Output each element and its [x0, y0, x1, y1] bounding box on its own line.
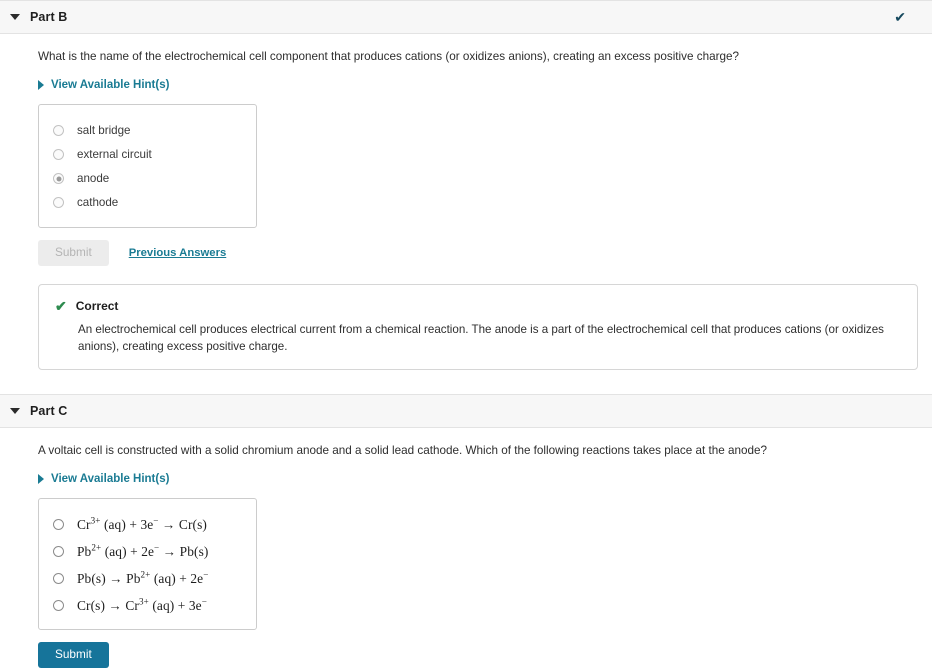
part-c-title: Part C — [30, 404, 68, 419]
part-c-options-group: Cr3+ (aq) + 3e− → Cr(s) Pb2+ (aq) + 2e− … — [38, 498, 257, 631]
part-b-options-group: salt bridge external circuit anode catho… — [38, 103, 257, 228]
part-c-option-label-1: Pb2+ (aq) + 2e− → Pb(s) — [77, 542, 209, 559]
check-icon: ✔ — [55, 297, 67, 314]
part-c-option-1[interactable]: Pb2+ (aq) + 2e− → Pb(s) — [39, 538, 256, 565]
radio-icon[interactable] — [53, 546, 64, 558]
part-c-option-2[interactable]: Pb(s) → Pb2+ (aq) + 2e− — [39, 565, 256, 592]
part-b-option-label-1: external circuit — [77, 148, 152, 162]
part-b-option-1[interactable]: external circuit — [39, 143, 256, 167]
part-b-feedback-text: An electrochemical cell produces electri… — [78, 322, 884, 353]
triangle-right-icon — [38, 79, 44, 90]
part-b-option-2[interactable]: anode — [39, 167, 256, 191]
part-c-submit-button[interactable]: Submit — [38, 642, 109, 668]
part-b-hint-label: View Available Hint(s) — [51, 78, 170, 91]
part-b-header[interactable]: Part B ✔ — [0, 0, 932, 34]
part-b-option-label-0: salt bridge — [77, 124, 131, 138]
part-b-title: Part B — [30, 10, 68, 24]
part-c-body: A voltaic cell is constructed with a sol… — [0, 428, 932, 668]
triangle-right-icon — [38, 474, 44, 485]
part-b-previous-answers-link[interactable]: Previous Answers — [129, 247, 227, 259]
part-b-body: What is the name of the electrochemical … — [0, 34, 932, 371]
radio-icon[interactable] — [53, 149, 64, 161]
part-b-feedback-header: ✔ Correct — [55, 299, 901, 313]
triangle-down-icon — [10, 14, 20, 20]
part-c-section: Part C A voltaic cell is constructed wit… — [0, 394, 932, 668]
part-b-option-label-3: cathode — [77, 196, 119, 210]
radio-selected-icon[interactable] — [53, 173, 64, 185]
radio-icon[interactable] — [53, 519, 64, 531]
part-b-feedback-title: Correct — [75, 298, 119, 313]
part-c-view-hints-link[interactable]: View Available Hint(s) — [38, 473, 169, 485]
radio-icon[interactable] — [53, 125, 64, 137]
triangle-down-icon — [10, 408, 20, 415]
part-b-collapse-toggle[interactable] — [0, 14, 30, 20]
part-b-option-label-2: anode — [77, 172, 110, 186]
part-b-feedback-box: ✔ Correct An electrochemical cell produc… — [38, 283, 918, 371]
part-c-option-0[interactable]: Cr3+ (aq) + 3e− → Cr(s) — [39, 511, 256, 538]
part-b-view-hints-link[interactable]: View Available Hint(s) — [38, 79, 169, 91]
part-c-header[interactable]: Part C — [0, 394, 932, 429]
part-c-actions: Submit — [38, 642, 932, 668]
part-b-actions: Submit Previous Answers — [38, 239, 932, 266]
part-c-hint-label: View Available Hint(s) — [51, 473, 170, 486]
part-c-collapse-toggle[interactable] — [0, 408, 30, 415]
check-icon: ✔ — [894, 9, 906, 25]
part-c-option-3[interactable]: Cr(s) → Cr3+ (aq) + 3e− — [39, 592, 256, 619]
part-b-question: What is the name of the electrochemical … — [38, 50, 739, 63]
part-b-option-0[interactable]: salt bridge — [39, 119, 256, 143]
part-c-option-label-2: Pb(s) → Pb2+ (aq) + 2e− — [77, 569, 209, 586]
radio-icon[interactable] — [53, 197, 64, 209]
part-b-section: Part B ✔ What is the name of the electro… — [0, 0, 932, 371]
radio-icon[interactable] — [53, 573, 64, 585]
part-b-option-3[interactable]: cathode — [39, 191, 256, 215]
part-c-question: A voltaic cell is constructed with a sol… — [38, 444, 767, 458]
part-c-option-label-0: Cr3+ (aq) + 3e− → Cr(s) — [77, 515, 207, 532]
part-c-option-label-3: Cr(s) → Cr3+ (aq) + 3e− — [77, 596, 207, 613]
part-b-submit-button[interactable]: Submit — [38, 239, 109, 266]
